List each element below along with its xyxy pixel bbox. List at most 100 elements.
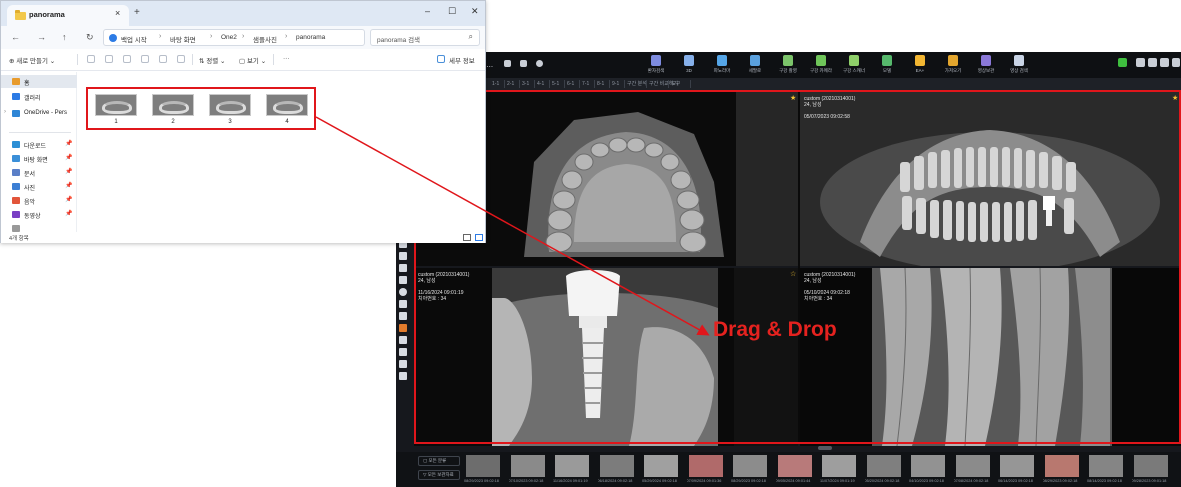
tab-close-icon[interactable]: ×	[115, 8, 120, 18]
toolbar-tool-4[interactable]: 구강 촬영	[774, 55, 802, 77]
text-tool-icon[interactable]	[399, 372, 407, 380]
sidebar-item-3[interactable]: 다운로드 📌	[1, 138, 77, 151]
thumbnail-item[interactable]: 07/10/2023 09:02:18	[509, 455, 547, 485]
thumbnail-item[interactable]: 09/05/2024 09:01:44	[776, 455, 814, 485]
details-button[interactable]: 세부 정보	[449, 55, 475, 65]
view-button[interactable]: ▢ 보기 ⌄	[239, 55, 266, 65]
thumbnail-item[interactable]: 05/20/2024 09:02:18	[865, 455, 903, 485]
tooth-icon[interactable]	[399, 336, 407, 344]
cut-icon[interactable]	[87, 55, 95, 63]
address-bar[interactable]: 백업 시작 › 바탕 화면 › One2 › 샘플사진 › panorama	[103, 29, 365, 46]
layout-option-8[interactable]: 9-1	[612, 80, 619, 88]
contrast-icon[interactable]	[399, 300, 407, 308]
search-input[interactable]: panorama 검색 ⌕	[370, 29, 480, 46]
user-icon[interactable]	[520, 60, 527, 67]
gear-icon[interactable]	[1160, 58, 1169, 67]
thumbnail-item[interactable]: 07/08/2024 09:02:18	[954, 455, 992, 485]
toolbar-tool-3[interactable]: 세팔로	[741, 55, 769, 77]
layout-option-1[interactable]: 2-1	[507, 80, 514, 88]
toolbar-tool-10[interactable]: 영상보관	[972, 55, 1000, 77]
angle-icon[interactable]	[399, 276, 407, 284]
implant-icon[interactable]	[399, 324, 407, 332]
large-icons-view-icon[interactable]	[475, 234, 483, 241]
thumbnail-strip-handle[interactable]	[818, 446, 832, 450]
thumbnail-item[interactable]: 04/10/2023 09:02:18	[909, 455, 947, 485]
toolbar-tool-1[interactable]: 3D	[675, 55, 703, 77]
layout-option-5[interactable]: 6-1	[567, 80, 574, 88]
thumbnail-item[interactable]: 08/29/2023 09:02:18	[464, 455, 502, 485]
category-filter-dropdown[interactable]: ▢ 모든 분류	[418, 456, 460, 466]
thumbnail-item[interactable]: 05/29/2024 09:02:18	[642, 455, 680, 485]
toolbar-tool-9[interactable]: 가져오기	[939, 55, 967, 77]
tab-panorama[interactable]: panorama ×	[7, 5, 129, 26]
compare-icon[interactable]	[399, 360, 407, 368]
layout-option-6[interactable]: 7-1	[582, 80, 589, 88]
refresh-icon[interactable]	[536, 60, 543, 67]
expand-chevron-icon[interactable]: ›	[4, 109, 6, 115]
sidebar-item-4[interactable]: 바탕 화면 📌	[1, 152, 77, 165]
breadcrumb-panorama[interactable]: panorama	[296, 34, 325, 41]
thumbnail-item[interactable]: 11/07/2024 09:01:19	[820, 455, 858, 485]
breadcrumb-samples[interactable]: 샘플사진	[253, 34, 277, 44]
layout-option-9[interactable]: 구간 분석	[627, 80, 647, 88]
refresh-button[interactable]: ↻	[86, 32, 94, 43]
toolbar-tool-11[interactable]: 영상 검색	[1005, 55, 1033, 77]
sidebar-item-7[interactable]: 음악 📌	[1, 194, 77, 207]
thumbnail-item[interactable]: 07/09/2024 09:01:36	[687, 455, 725, 485]
toolbar-tool-2[interactable]: 파노라마	[708, 55, 736, 77]
minimize-button[interactable]: –	[425, 6, 430, 16]
new-tab-button[interactable]: +	[134, 7, 140, 18]
layout-option-2[interactable]: 3-1	[522, 80, 529, 88]
archive-filter-dropdown[interactable]: ▽ 모든 보관자료	[418, 470, 460, 480]
delete-icon[interactable]	[177, 55, 185, 63]
share-icon[interactable]	[159, 55, 167, 63]
more-options-button[interactable]: ···	[283, 55, 290, 62]
crop-icon[interactable]	[399, 348, 407, 356]
headset-icon[interactable]	[1148, 58, 1157, 67]
layout-option-7[interactable]: 8-1	[597, 80, 604, 88]
breadcrumb-desktop[interactable]: 바탕 화면	[170, 34, 196, 44]
grid-icon[interactable]	[504, 60, 511, 67]
print-icon[interactable]	[1136, 58, 1145, 67]
up-button[interactable]: ↑	[62, 32, 67, 42]
details-view-icon[interactable]	[463, 234, 471, 241]
layout-option-11[interactable]: 도구	[671, 80, 680, 88]
forward-button[interactable]: →	[37, 32, 46, 42]
sidebar-item-1[interactable]: 갤러리	[1, 90, 77, 103]
rename-icon[interactable]	[141, 55, 149, 63]
copy-icon[interactable]	[105, 55, 113, 63]
sidebar-item-8[interactable]: 동영상 📌	[1, 208, 77, 221]
sidebar-item-0[interactable]: 홈	[1, 75, 77, 88]
layout-option-0[interactable]: 1-1	[492, 80, 499, 88]
paste-icon[interactable]	[123, 55, 131, 63]
maximize-button[interactable]: ☐	[448, 6, 456, 17]
sidebar-item-2[interactable]: OneDrive - Pers ›	[1, 107, 77, 120]
close-window-button[interactable]: ✕	[471, 6, 479, 17]
thumbnail-item[interactable]: 06/18/2024 09:02:18	[598, 455, 636, 485]
sidebar-item-5[interactable]: 문서 📌	[1, 166, 77, 179]
sidebar-item-6[interactable]: 사진 📌	[1, 180, 77, 193]
back-button[interactable]: ←	[11, 32, 20, 42]
toolbar-tool-0[interactable]: 환자검색	[642, 55, 670, 77]
layout-option-4[interactable]: 5-1	[552, 80, 559, 88]
new-button[interactable]: ⊕ 새로 만들기 ⌄	[9, 55, 55, 65]
exit-icon[interactable]	[1172, 58, 1180, 67]
layout-option-3[interactable]: 4-1	[537, 80, 544, 88]
breadcrumb-one2[interactable]: One2	[221, 34, 237, 41]
thumbnail-item[interactable]: 09/28/2023 09:01:18	[1132, 455, 1170, 485]
thumbnail-item[interactable]: 08/14/2023 09:02:18	[1087, 455, 1125, 485]
toolbar-tool-5[interactable]: 구강 카메라	[807, 55, 835, 77]
ruler-icon[interactable]	[399, 264, 407, 272]
thumbnail-item[interactable]: 08/29/2023 09:02:18	[731, 455, 769, 485]
thumbnail-item[interactable]: 08/29/2023 09:02:18	[1043, 455, 1081, 485]
zoom-icon[interactable]	[399, 312, 407, 320]
breadcrumb-backup[interactable]: 백업 시작	[121, 34, 147, 44]
toolbar-tool-8[interactable]: EA+	[906, 55, 934, 77]
toolbar-tool-6[interactable]: 구강 스캐너	[840, 55, 868, 77]
thumbnail-item[interactable]: 06/14/2023 09:02:18	[998, 455, 1036, 485]
toolbar-tool-7[interactable]: 모델	[873, 55, 901, 77]
thumbnail-item[interactable]: 11/16/2024 09:01:19	[553, 455, 591, 485]
sort-button[interactable]: ⇅ 정렬 ⌄	[199, 55, 225, 65]
circle-tool-icon[interactable]	[399, 288, 407, 296]
pen-icon[interactable]	[399, 252, 407, 260]
